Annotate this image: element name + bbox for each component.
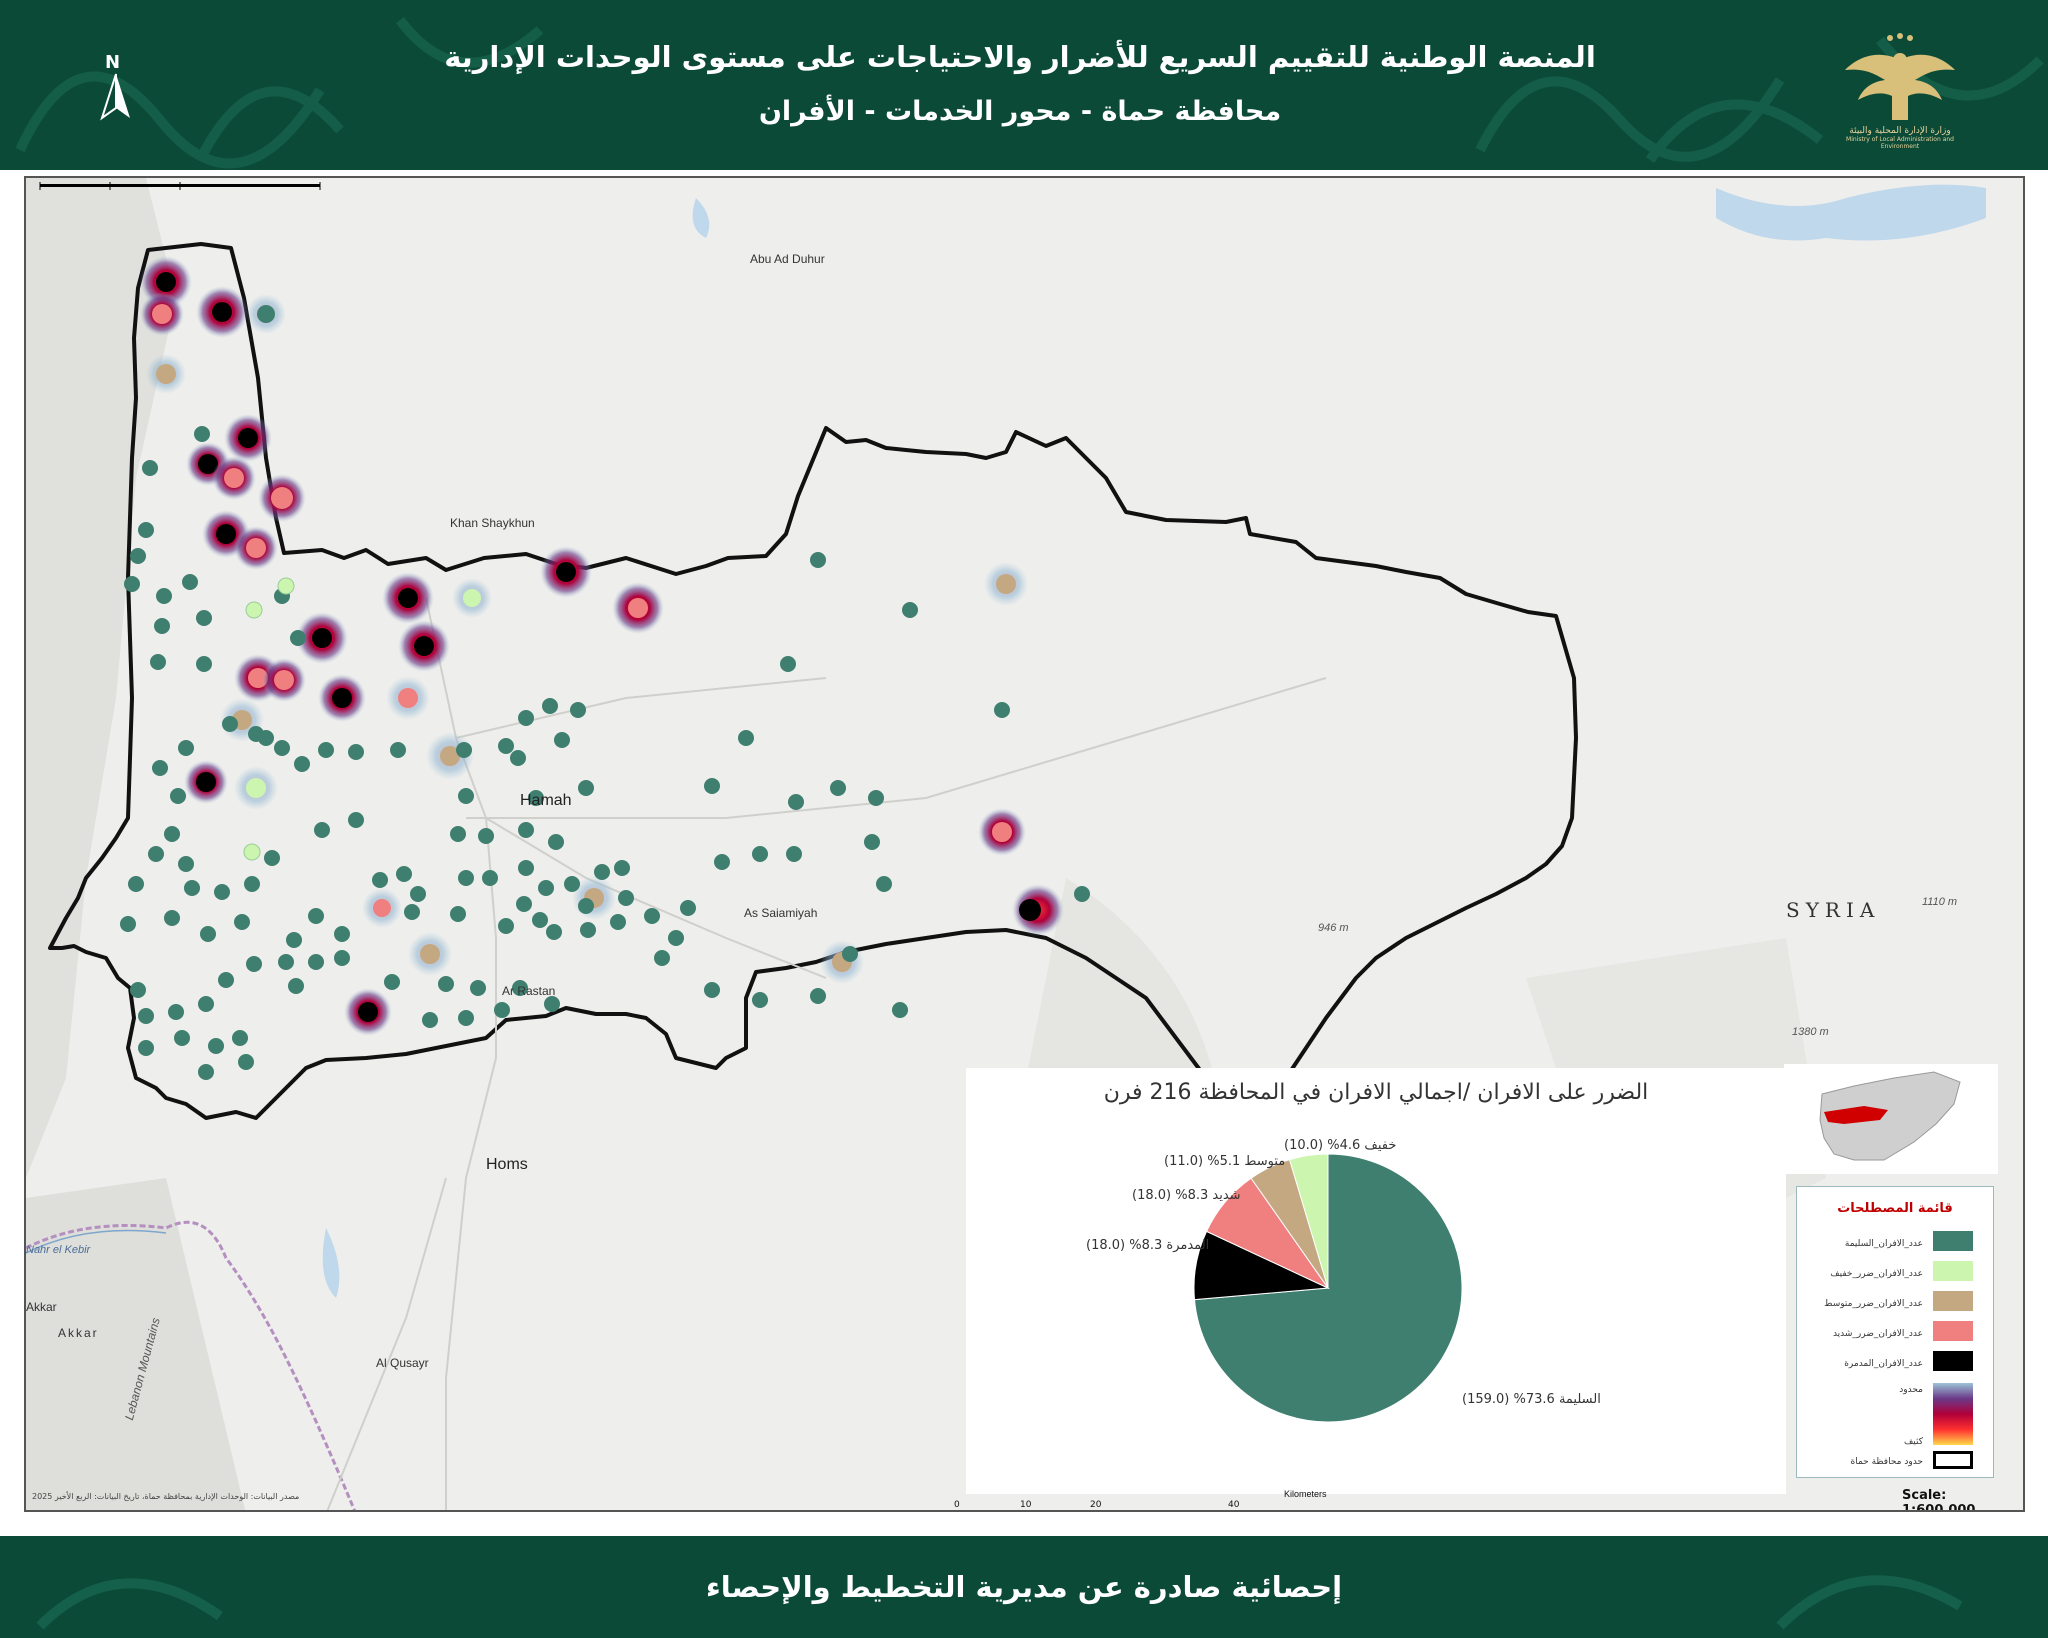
pie-chart-panel: الضرر على الافران /اجمالي الافران في الم… (966, 1068, 1786, 1494)
legend-label-boundary: حدود محافظة حماة (1850, 1457, 1923, 1467)
place-nahr-el-kebir: Nahr el Kebir (26, 1244, 91, 1256)
calligraphy-pattern (15, 16, 2044, 169)
data-source-credit: مصدر البيانات: الوحدات الإدارية بمحافظة … (32, 1492, 300, 1501)
place-hamah: Hamah (520, 792, 572, 809)
legend-swatch-severe (1933, 1321, 1973, 1341)
legend-label-destroyed: عدد_الافران_المدمرة (1844, 1359, 1923, 1369)
map-frame: Abu Ad Duhur Khan Shaykhun Hamah As Saia… (24, 176, 2025, 1512)
place-akkar-region: Akkar (58, 1326, 99, 1340)
footer-banner: إحصائية صادرة عن مديرية التخطيط والإحصاء (0, 1536, 2048, 1638)
legend-swatch-light (1933, 1261, 1973, 1281)
place-al-qusayr: Al Qusayr (376, 1356, 429, 1370)
legend-label-light: عدد_الافران_ضرر_خفيف (1830, 1269, 1923, 1279)
scale-tick-10: 10 (1020, 1500, 1032, 1510)
elevation-1380: 1380 m (1792, 1026, 1829, 1038)
scale-tick-0: 0 (954, 1500, 960, 1510)
scale-ratio: Scale: 1:600,000 (1902, 1488, 1976, 1512)
inset-syria-outline (1819, 1071, 1961, 1161)
legend-label-intact: عدد_الافران_السليمة (1844, 1239, 1923, 1249)
legend-title: قائمة المصطلحات (1837, 1201, 1953, 1216)
place-as-salamiyah: As Saiamiyah (744, 906, 818, 920)
eagle-emblem-icon (1845, 33, 1955, 120)
north-label: N (105, 52, 121, 73)
pie-label-destroyed: المدمرة 8.3% (18.0) (1086, 1238, 1210, 1253)
scale-bar (39, 182, 321, 190)
elevation-946: 946 m (1318, 922, 1349, 934)
map-legend: قائمة المصطلحات عدد_الافران_السليمة عدد_… (1796, 1186, 1994, 1478)
place-khan-shaykhun: Khan Shaykhun (450, 516, 535, 530)
footer-text: إحصائية صادرة عن مديرية التخطيط والإحصاء (705, 1570, 1343, 1604)
legend-swatch-boundary (1933, 1451, 1973, 1469)
page-subtitle: محافظة حماة - محور الخدمات - الأفران (758, 96, 1282, 127)
legend-swatch-intact (1933, 1231, 1973, 1251)
legend-label-severe: عدد_الافران_ضرر_شديد (1832, 1329, 1923, 1339)
scale-tick-40: 40 (1228, 1500, 1240, 1510)
legend-label-density-low: محدود (1899, 1385, 1923, 1395)
pie-label-light: خفيف 4.6% (10.0) (1284, 1138, 1397, 1153)
pie-label-severe: شديد 8.3% (18.0) (1132, 1188, 1241, 1203)
page-title: المنصة الوطنية للتقييم السريع للأضرار وا… (444, 40, 1596, 74)
header-banner: N المنصة الوطنية للتقييم السريع للأضرار … (0, 0, 2048, 170)
place-ar-rastan: Ar Rastan (502, 984, 556, 998)
pie-chart (1193, 1153, 1463, 1423)
legend-label-density-high: كثيف (1903, 1437, 1923, 1447)
scale-tick-20: 20 (1090, 1500, 1102, 1510)
place-abu-ad-duhur: Abu Ad Duhur (750, 252, 825, 266)
place-homs: Homs (486, 1156, 528, 1173)
scale-unit: Kilometers (1284, 1489, 1327, 1499)
place-syria: SYRIA (1786, 898, 1881, 922)
pie-label-intact: السليمة 73.6% (159.0) (1462, 1392, 1601, 1407)
legend-label-moderate: عدد_الافران_ضرر_متوسط (1824, 1299, 1923, 1309)
pie-label-moderate: متوسط 5.1% (11.0) (1164, 1154, 1286, 1169)
legend-swatch-destroyed (1933, 1351, 1973, 1371)
inset-locator-map (1784, 1064, 1998, 1174)
legend-swatch-moderate (1933, 1291, 1973, 1311)
legend-swatch-density (1933, 1383, 1973, 1445)
place-akkar: Akkar (26, 1300, 57, 1314)
elevation-1110: 1110 m (1922, 896, 1958, 908)
logo-caption: وزارة الإدارة المحلية والبيئة Ministry o… (1846, 126, 1954, 150)
